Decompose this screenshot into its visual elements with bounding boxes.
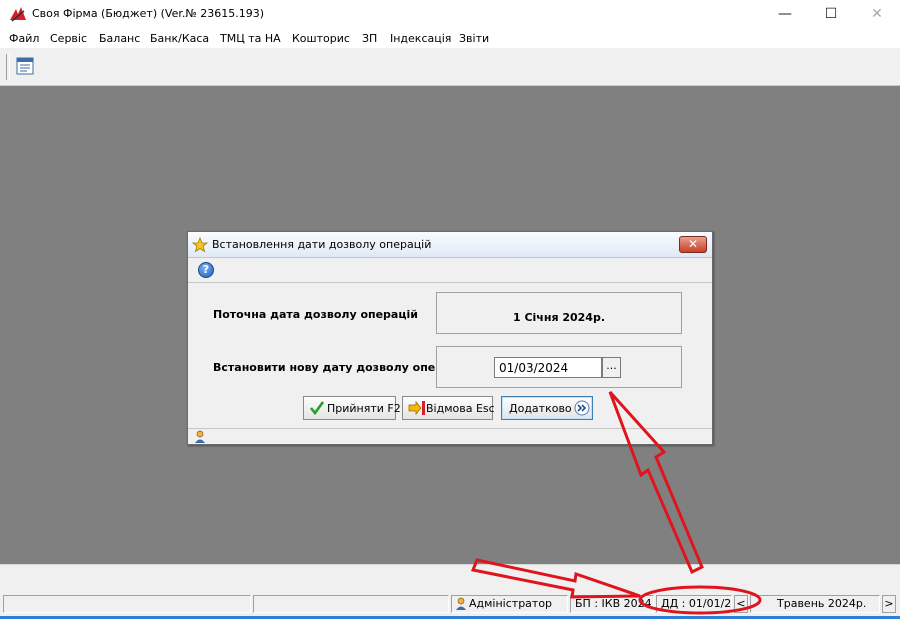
accept-button-label: Прийняти F2	[327, 402, 401, 415]
accept-button[interactable]: Прийняти F2	[303, 396, 401, 420]
menu-bank-cash[interactable]: Банк/Каса	[150, 32, 209, 45]
window-title: Своя Фірма (Бюджет) (Ver.№ 23615.193)	[32, 7, 265, 20]
menu-file[interactable]: Файл	[9, 32, 39, 45]
next-period-button[interactable]: >	[882, 595, 896, 613]
bottom-panel	[0, 564, 900, 592]
status-bp-panel: БП : ІКВ 2024	[570, 595, 654, 613]
new-date-label: Встановити нову дату дозволу операцій	[213, 361, 471, 374]
double-chevron-right-icon	[574, 400, 590, 416]
more-options-button[interactable]: Додатково	[501, 396, 593, 420]
menu-salary[interactable]: ЗП	[362, 32, 377, 45]
minimize-button[interactable]: —	[762, 0, 808, 28]
more-options-label: Додатково	[509, 402, 572, 415]
user-icon	[195, 430, 205, 443]
status-dd-text: ДД : 01/01/24	[661, 597, 732, 610]
window-list-icon[interactable]	[14, 55, 36, 77]
maximize-button[interactable]: ☐	[808, 0, 854, 28]
user-icon	[456, 597, 466, 610]
status-period-panel: Травень 2024р.	[750, 595, 880, 613]
dialog-close-button[interactable]: ✕	[679, 236, 707, 253]
checkmark-icon	[309, 401, 325, 416]
new-date-input[interactable]	[494, 357, 602, 378]
dialog-title-bar: Встановлення дати дозволу операцій ✕	[188, 232, 712, 258]
menu-balance[interactable]: Баланс	[99, 32, 140, 45]
permission-date-dialog: Встановлення дати дозволу операцій ✕ ? П…	[187, 231, 713, 445]
status-user-name: Адміністратор	[469, 597, 553, 610]
menu-indexation[interactable]: Індексація	[390, 32, 451, 45]
toolbar-separator	[6, 54, 10, 80]
cancel-button[interactable]: Відмова Esc	[402, 396, 495, 420]
status-user-panel[interactable]: Адміністратор	[451, 595, 568, 613]
dialog-title: Встановлення дати дозволу операцій	[212, 238, 432, 251]
status-period-text: Травень 2024р.	[777, 597, 867, 610]
menu-budget[interactable]: Кошторис	[292, 32, 350, 45]
cancel-button-label: Відмова Esc	[426, 402, 495, 415]
close-window-button[interactable]: ✕	[854, 0, 900, 28]
app-logo-icon	[10, 7, 26, 22]
current-date-label: Поточна дата дозволу операцій	[213, 308, 418, 321]
menu-tmc-na[interactable]: ТМЦ та НА	[220, 32, 281, 45]
help-icon[interactable]: ?	[198, 262, 214, 278]
menu-reports[interactable]: Звіти	[459, 32, 489, 45]
current-date-value: 1 Січня 2024р.	[512, 311, 606, 324]
new-date-panel: ...	[436, 346, 682, 388]
dialog-toolbar: ?	[188, 258, 712, 283]
main-toolbar	[0, 48, 900, 86]
date-picker-button[interactable]: ...	[602, 357, 621, 378]
status-bar: Адміністратор БП : ІКВ 2024 ДД : 01/01/2…	[0, 592, 900, 619]
dialog-status-bar	[188, 428, 712, 445]
star-icon	[192, 237, 208, 253]
status-panel-empty-1	[3, 595, 251, 613]
title-bar: Своя Фірма (Бюджет) (Ver.№ 23615.193) — …	[0, 0, 900, 28]
exit-arrow-icon	[408, 400, 425, 416]
prev-period-button[interactable]: <	[734, 595, 748, 613]
status-bp-text: БП : ІКВ 2024	[575, 597, 652, 610]
status-panel-empty-2	[253, 595, 449, 613]
menu-service[interactable]: Сервіс	[50, 32, 87, 45]
menu-bar: Файл Сервіс Баланс Банк/Каса ТМЦ та НА К…	[0, 28, 900, 48]
current-date-panel: 1 Січня 2024р.	[436, 292, 682, 334]
status-dd-panel[interactable]: ДД : 01/01/24	[656, 595, 732, 613]
